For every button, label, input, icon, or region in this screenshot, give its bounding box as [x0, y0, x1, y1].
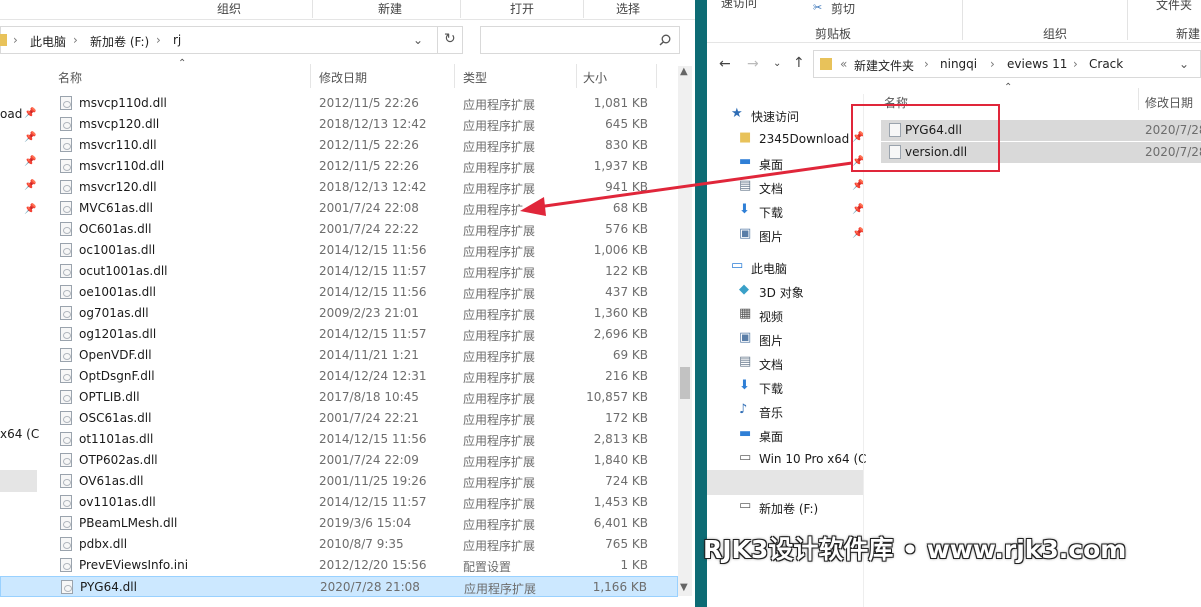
annotation-arrow [520, 161, 853, 216]
watermark: RJK3设计软件库 • www.rjk3.com [703, 535, 1127, 564]
